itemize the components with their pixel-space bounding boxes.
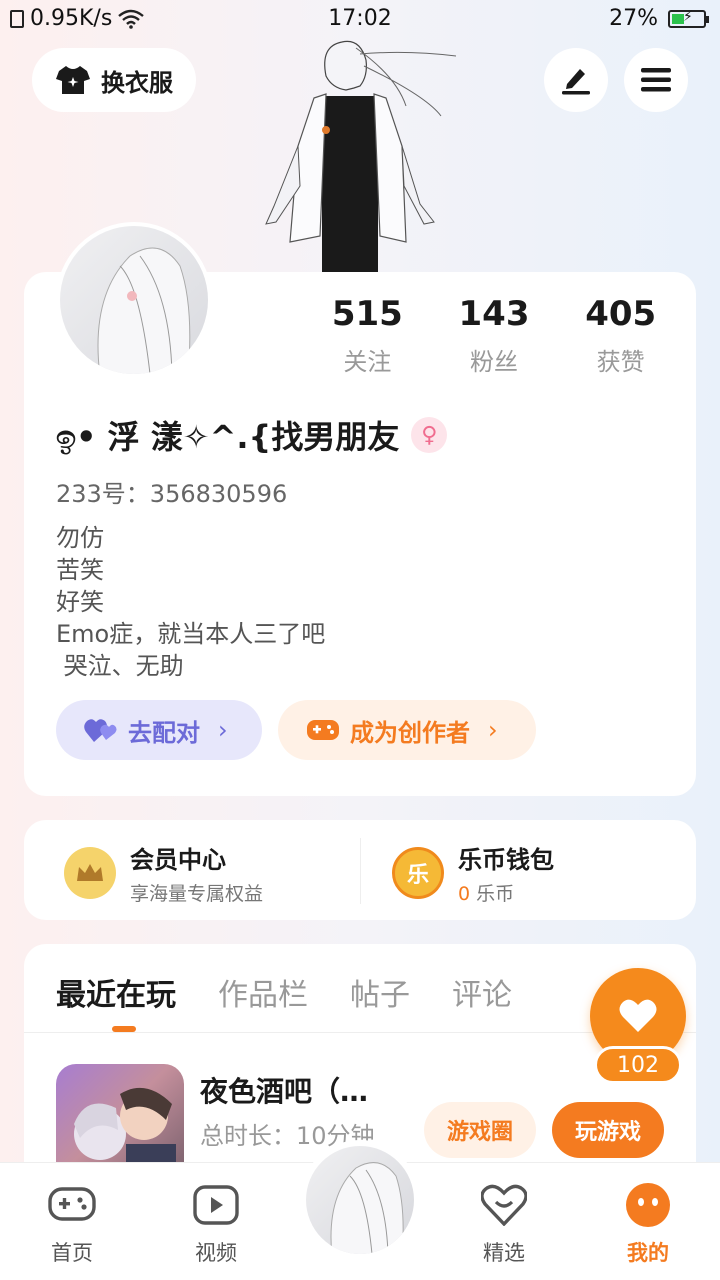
become-creator-label: 成为创作者 [350, 718, 470, 747]
bio-line: 哭泣、无助 [56, 652, 184, 680]
followers-count: 143 [458, 294, 530, 334]
menu-button[interactable] [624, 48, 688, 112]
nav-home[interactable]: 首页 [22, 1181, 122, 1267]
tab-comments[interactable]: 评论 [452, 970, 512, 1014]
member-wallet-card: 会员中心 享海量专属权益 乐 乐币钱包 0 乐币 [24, 820, 696, 920]
bio-line: Emo症，就当本人三了吧 [56, 620, 326, 648]
avatar[interactable] [56, 222, 212, 378]
coin-wallet[interactable]: 乐 乐币钱包 0 乐币 [392, 840, 554, 906]
gamepad-icon [307, 720, 339, 740]
match-button[interactable]: 去配对 › [56, 700, 262, 760]
nav-mine[interactable]: 我的 [598, 1181, 698, 1267]
nav-video[interactable]: 视频 [166, 1181, 266, 1267]
battery-percent: 27% [609, 6, 658, 31]
nav-mine-label: 我的 [627, 1241, 669, 1265]
featured-heart-icon [454, 1181, 554, 1229]
coin-wallet-title: 乐币钱包 [458, 846, 554, 874]
followers-label: 粉丝 [470, 348, 518, 376]
coin-count: 0 [458, 883, 471, 905]
coin-icon: 乐 [392, 847, 444, 899]
likes-count: 405 [585, 294, 657, 334]
nav-video-label: 视频 [195, 1241, 237, 1265]
nav-center-avatar[interactable] [300, 1140, 420, 1260]
likes-label: 获赞 [596, 348, 645, 376]
heart-icon [619, 999, 657, 1032]
like-count: 102 [594, 1046, 682, 1084]
user-id[interactable]: 233号：356830596 [56, 474, 287, 509]
stats-row: 515 关注 143 粉丝 405 获赞 [304, 294, 684, 377]
avatar-character-figure[interactable] [256, 36, 466, 272]
pen-icon [562, 69, 590, 95]
bio-line: 勿仿 [56, 524, 104, 552]
bio: 勿仿 苦笑 好笑 Emo症，就当本人三了吧 哭泣、无助 [56, 522, 325, 682]
chevron-right-icon: › [488, 716, 498, 744]
status-bar: 0.95K/s 17:02 27% ⚡ [0, 0, 720, 40]
match-label: 去配对 [128, 718, 200, 747]
avatar-image [306, 1146, 414, 1254]
divider [360, 838, 361, 904]
game-title[interactable]: 夜色酒吧（… [200, 1070, 368, 1110]
play-game-button[interactable]: 玩游戏 [552, 1102, 664, 1158]
bio-line: 苦笑 [56, 556, 104, 584]
status-right: 27% ⚡ [609, 6, 709, 31]
stat-following[interactable]: 515 关注 [304, 294, 431, 377]
edit-profile-button[interactable] [544, 48, 608, 112]
coin-icon-text: 乐 [406, 863, 429, 888]
member-center-title: 会员中心 [130, 846, 226, 874]
nav-home-label: 首页 [51, 1241, 93, 1265]
following-label: 关注 [343, 348, 392, 376]
gamepad-icon [22, 1181, 122, 1229]
change-outfit-button[interactable]: 换衣服 [32, 48, 196, 112]
shirt-icon [56, 66, 90, 94]
battery-icon: ⚡ [668, 9, 709, 28]
tab-bar: 最近在玩 作品栏 帖子 评论 [56, 970, 512, 1032]
member-center-subtitle: 享海量专属权益 [130, 883, 264, 905]
tab-recently-played[interactable]: 最近在玩 [56, 970, 176, 1032]
member-center[interactable]: 会员中心 享海量专属权益 [64, 840, 263, 906]
chevron-right-icon: › [218, 716, 228, 744]
stat-followers[interactable]: 143 粉丝 [431, 294, 558, 377]
mine-face-icon [598, 1181, 698, 1229]
coin-wallet-subtitle: 0 乐币 [458, 879, 554, 906]
heart-pair-icon [84, 719, 117, 742]
nickname: ඉ• 浮 漾✧^.{找男朋友 ♀ [56, 412, 448, 458]
nav-featured-label: 精选 [483, 1241, 525, 1265]
nickname-text: ඉ• 浮 漾✧^.{找男朋友 [56, 418, 400, 456]
avatar-image [60, 226, 208, 374]
coin-unit: 乐币 [476, 883, 515, 905]
tab-posts[interactable]: 帖子 [350, 970, 410, 1014]
menu-icon [641, 68, 671, 92]
video-icon [166, 1181, 266, 1229]
tab-works[interactable]: 作品栏 [218, 970, 308, 1014]
stat-likes[interactable]: 405 获赞 [557, 294, 684, 377]
bio-line: 好笑 [56, 588, 104, 616]
change-outfit-label: 换衣服 [101, 68, 173, 97]
crown-icon [64, 847, 116, 899]
nav-featured[interactable]: 精选 [454, 1181, 554, 1267]
become-creator-button[interactable]: 成为创作者 › [278, 700, 536, 760]
game-circle-button[interactable]: 游戏圈 [424, 1102, 536, 1158]
female-icon: ♀ [411, 417, 448, 453]
following-count: 515 [331, 294, 403, 334]
